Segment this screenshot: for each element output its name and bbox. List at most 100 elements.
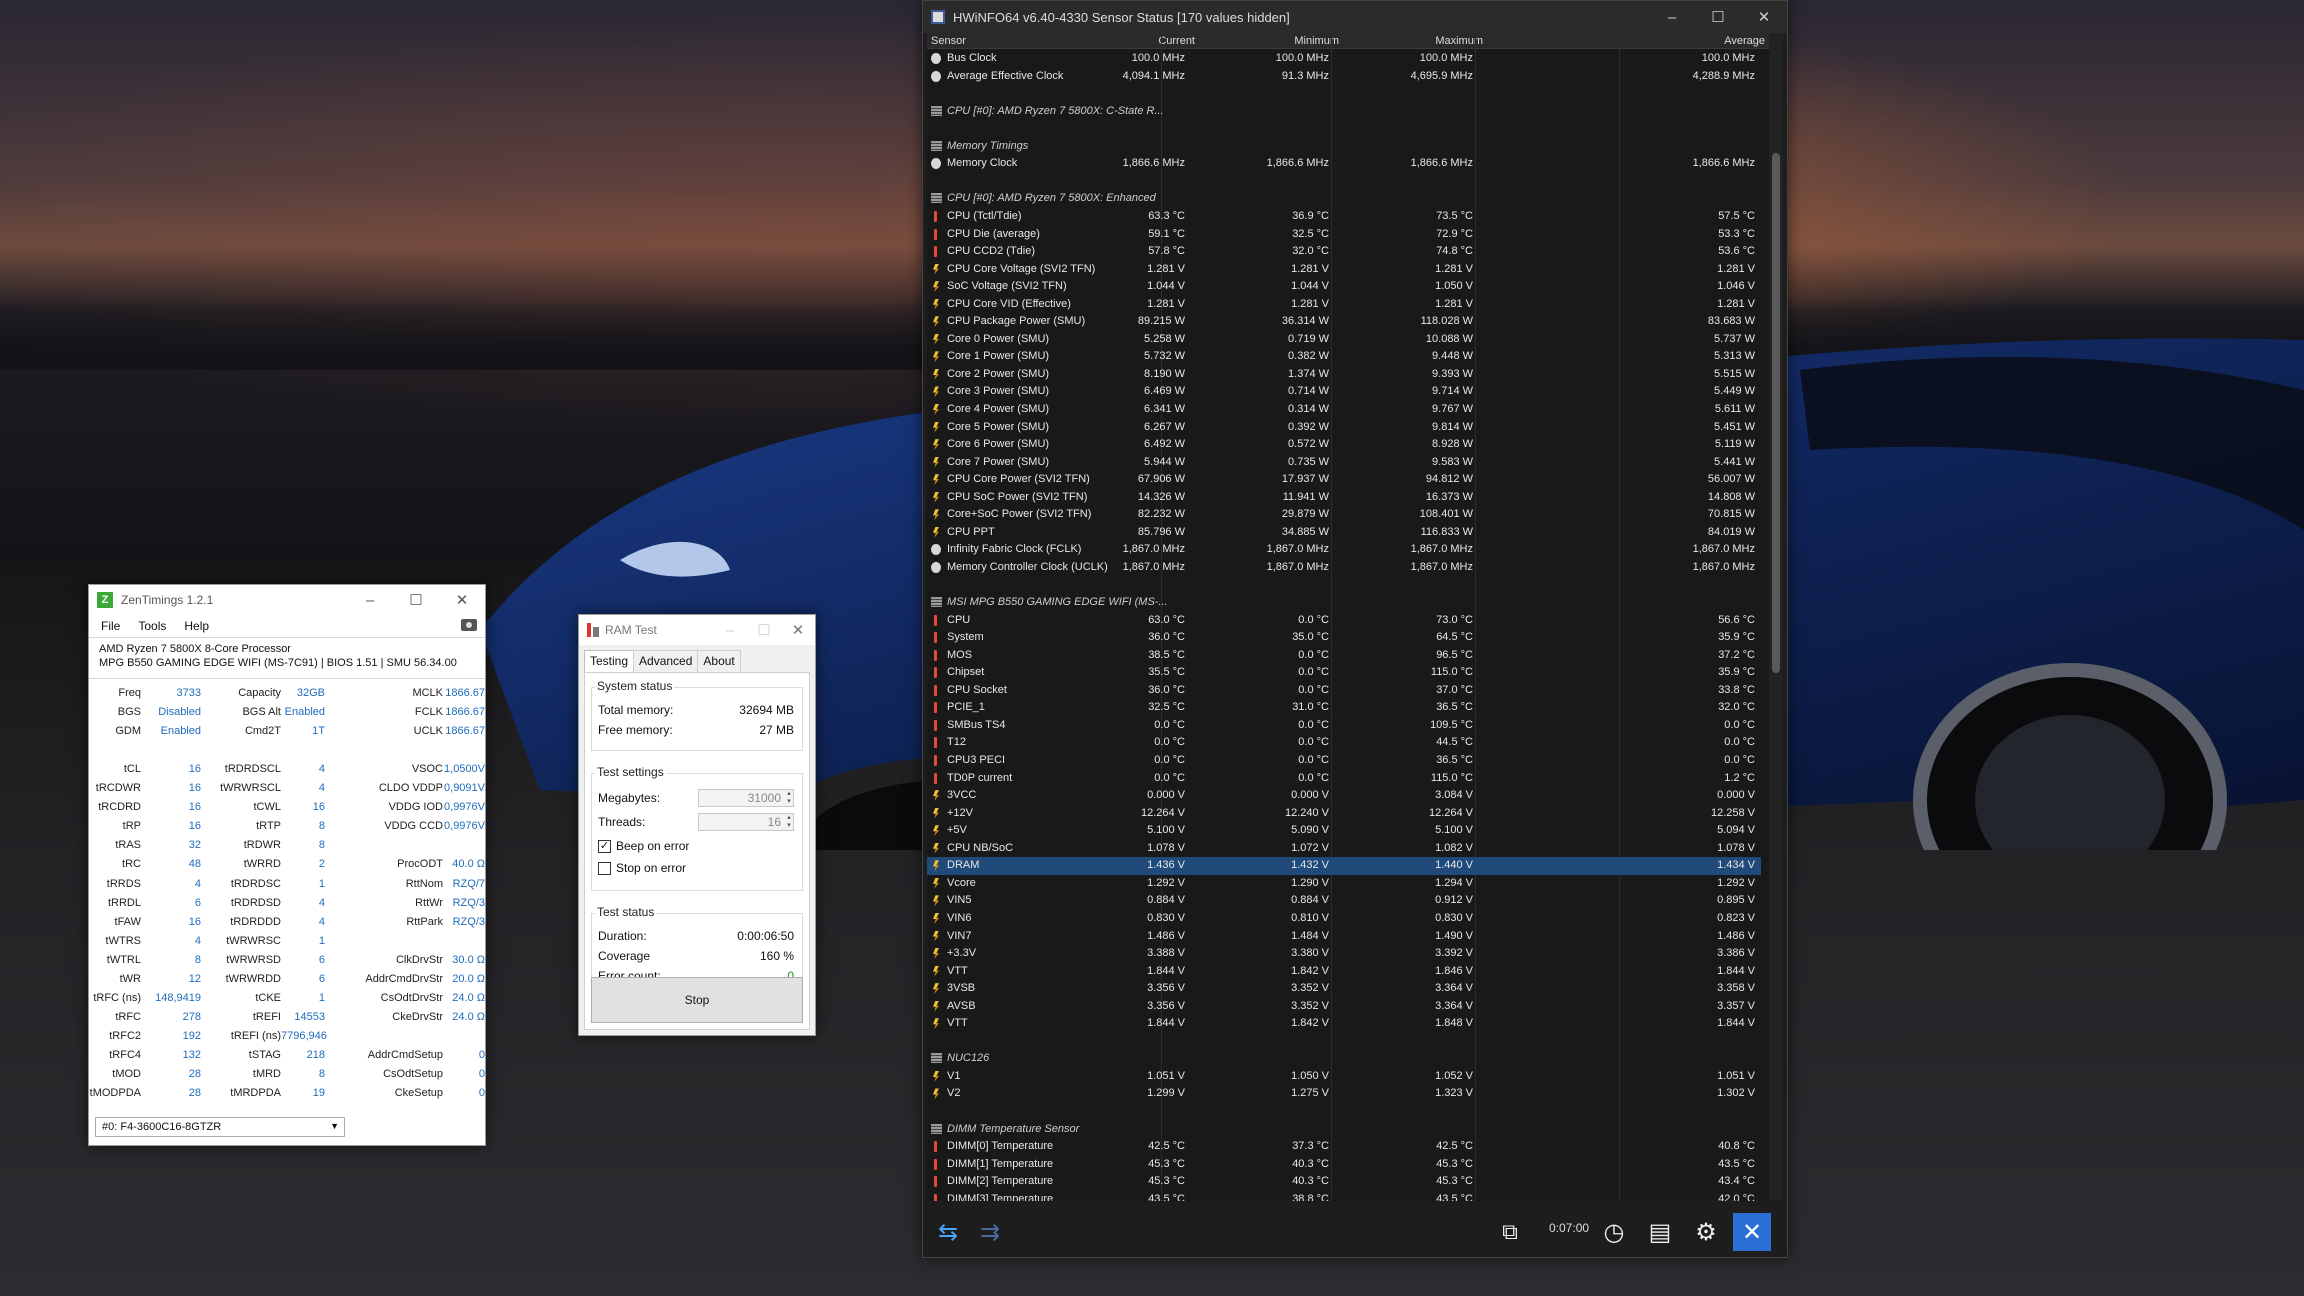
sensor-row[interactable]: CPU Socket 36.0 °C 0.0 °C 37.0 °C 33.8 °C <box>927 682 1761 699</box>
close-button[interactable]: ✕ <box>1741 2 1787 32</box>
sensor-row[interactable]: MOS 38.5 °C 0.0 °C 96.5 °C 37.2 °C <box>927 647 1761 664</box>
sensor-row[interactable]: CPU CCD2 (Tdie) 57.8 °C 32.0 °C 74.8 °C 53.6… <box>927 243 1761 260</box>
sensor-row[interactable]: Core 1 Power (SMU) 5.732 W 0.382 W 9.448 W 5… <box>927 348 1761 365</box>
scrollbar-thumb[interactable] <box>1772 153 1780 673</box>
sensor-row[interactable]: CPU3 PECI 0.0 °C 0.0 °C 36.5 °C 0.0 °C <box>927 752 1761 769</box>
col-average[interactable]: Average <box>1724 35 1765 47</box>
sensor-row[interactable]: CPU 63.0 °C 0.0 °C 73.0 °C 56.6 °C <box>927 612 1761 629</box>
sensor-row[interactable]: Core 2 Power (SMU) 8.190 W 1.374 W 9.393 W 5… <box>927 366 1761 383</box>
report-icon[interactable]: ▤ <box>1641 1213 1679 1251</box>
sensor-row[interactable]: PCIE_1 32.5 °C 31.0 °C 36.5 °C 32.0 °C <box>927 699 1761 716</box>
tab-advanced[interactable]: Advanced <box>633 650 699 672</box>
sensor-row[interactable]: VTT 1.844 V 1.842 V 1.846 V 1.844 V <box>927 963 1761 980</box>
sensor-row[interactable]: VIN6 0.830 V 0.810 V 0.830 V 0.823 V <box>927 910 1761 927</box>
sensor-row[interactable]: Core 7 Power (SMU) 5.944 W 0.735 W 9.583 W 5… <box>927 454 1761 471</box>
maximize-button[interactable]: ☐ <box>1695 2 1741 32</box>
hwinfo-window[interactable]: HWiNFO64 v6.40-4330 Sensor Status [170 v… <box>922 0 1788 1258</box>
sensor-row[interactable]: Core 0 Power (SMU) 5.258 W 0.719 W 10.088 W… <box>927 331 1761 348</box>
stop-button[interactable]: Stop <box>591 977 803 1023</box>
sensor-row[interactable]: SMBus TS4 0.0 °C 0.0 °C 109.5 °C 0.0 °C <box>927 717 1761 734</box>
minimize-button[interactable]: – <box>347 585 393 615</box>
sensor-row[interactable]: V1 1.051 V 1.050 V 1.052 V 1.051 V <box>927 1068 1761 1085</box>
ramtest-titlebar[interactable]: RAM Test – ☐ ✕ <box>579 615 815 645</box>
vertical-scrollbar[interactable] <box>1769 33 1783 1201</box>
sensor-row[interactable]: VTT 1.844 V 1.842 V 1.848 V 1.844 V <box>927 1015 1761 1032</box>
sensor-row[interactable]: Memory Clock 1,866.6 MHz 1,866.6 MHz 1,866.… <box>927 155 1761 172</box>
sensor-row[interactable]: Memory Controller Clock (UCLK) 1,867.0 MH… <box>927 559 1761 576</box>
sensor-row[interactable]: CPU Die (average) 59.1 °C 32.5 °C 72.9 °C 53… <box>927 226 1761 243</box>
hwinfo-titlebar[interactable]: HWiNFO64 v6.40-4330 Sensor Status [170 v… <box>923 1 1787 33</box>
close-icon[interactable]: ✕ <box>1733 1213 1771 1251</box>
minimize-button[interactable]: – <box>713 615 747 645</box>
sensor-row[interactable]: DIMM[2] Temperature 45.3 °C 40.3 °C 45.3 °C… <box>927 1173 1761 1190</box>
sensor-row[interactable]: CPU Core Power (SVI2 TFN) 67.906 W 17.937 … <box>927 471 1761 488</box>
col-sensor[interactable]: Sensor <box>931 35 966 47</box>
sensor-row[interactable]: VIN5 0.884 V 0.884 V 0.912 V 0.895 V <box>927 892 1761 909</box>
sensor-row[interactable]: Average Effective Clock 4,094.1 MHz 91.3 M… <box>927 68 1761 85</box>
sensor-row[interactable]: Bus Clock 100.0 MHz 100.0 MHz 100.0 MHz 100.… <box>927 50 1761 67</box>
sensor-row[interactable]: SoC Voltage (SVI2 TFN) 1.044 V 1.044 V 1.05… <box>927 278 1761 295</box>
sensor-group-header[interactable]: MSI MPG B550 GAMING EDGE WIFI (MS-... <box>927 594 1761 611</box>
ramtest-window[interactable]: RAM Test – ☐ ✕ Testing Advanced About Sy… <box>578 614 816 1036</box>
dimm-select[interactable]: #0: F4-3600C16-8GTZR ▼ <box>95 1117 345 1137</box>
sensor-group-header[interactable]: DIMM Temperature Sensor <box>927 1121 1761 1138</box>
navigate-arrows-icon[interactable]: ⇆ <box>929 1213 967 1251</box>
sensor-row[interactable]: +3.3V 3.388 V 3.380 V 3.392 V 3.386 V <box>927 945 1761 962</box>
sensor-row[interactable]: Infinity Fabric Clock (FCLK) 1,867.0 MHz 1… <box>927 541 1761 558</box>
col-minimum[interactable]: Minimum <box>1294 35 1339 47</box>
tab-testing[interactable]: Testing <box>584 650 635 672</box>
sensor-group-header[interactable]: Memory Timings <box>927 138 1761 155</box>
sensor-row[interactable]: +5V 5.100 V 5.090 V 5.100 V 5.094 V <box>927 822 1761 839</box>
sensor-row[interactable]: AVSB 3.356 V 3.352 V 3.364 V 3.357 V <box>927 998 1761 1015</box>
clock-icon[interactable]: ◷ <box>1595 1213 1633 1251</box>
sensor-row[interactable]: 3VSB 3.356 V 3.352 V 3.364 V 3.358 V <box>927 980 1761 997</box>
sensor-row[interactable]: Core 5 Power (SMU) 6.267 W 0.392 W 9.814 W 5… <box>927 419 1761 436</box>
col-current[interactable]: Current <box>1158 35 1195 47</box>
stop-on-error-checkbox[interactable]: Stop on error <box>598 861 686 875</box>
sensor-row[interactable]: CPU Core Voltage (SVI2 TFN) 1.281 V 1.281 … <box>927 261 1761 278</box>
maximize-button[interactable]: ☐ <box>393 585 439 615</box>
sensor-row[interactable]: CPU Core VID (Effective) 1.281 V 1.281 V 1.… <box>927 296 1761 313</box>
menu-file[interactable]: File <box>101 619 120 633</box>
sensor-row[interactable]: TD0P current 0.0 °C 0.0 °C 115.0 °C 1.2 °C <box>927 770 1761 787</box>
sensor-group-header[interactable]: NUC126 <box>927 1050 1761 1067</box>
sensor-row[interactable]: DRAM 1.436 V 1.432 V 1.440 V 1.434 V <box>927 857 1761 875</box>
sensor-row[interactable]: CPU PPT 85.796 W 34.885 W 116.833 W 84.019 W <box>927 524 1761 541</box>
zentimings-titlebar[interactable]: Z ZenTimings 1.2.1 – ☐ ✕ <box>89 585 485 615</box>
sensor-row[interactable]: System 36.0 °C 35.0 °C 64.5 °C 35.9 °C <box>927 629 1761 646</box>
sensor-row[interactable]: CPU SoC Power (SVI2 TFN) 14.326 W 11.941 W… <box>927 489 1761 506</box>
sensor-group-header[interactable]: CPU [#0]: AMD Ryzen 7 5800X: C-State R..… <box>927 103 1761 120</box>
sensor-row[interactable]: CPU NB/SoC 1.078 V 1.072 V 1.082 V 1.078 V <box>927 840 1761 857</box>
megabytes-input[interactable]: 31000 <box>698 789 794 807</box>
sensor-row[interactable]: CPU (Tctl/Tdie) 63.3 °C 36.9 °C 73.5 °C 57.5… <box>927 208 1761 225</box>
sensor-row[interactable]: Chipset 35.5 °C 0.0 °C 115.0 °C 35.9 °C <box>927 664 1761 681</box>
sensor-row[interactable]: Core 4 Power (SMU) 6.341 W 0.314 W 9.767 W 5… <box>927 401 1761 418</box>
sensor-group-header[interactable]: CPU [#0]: AMD Ryzen 7 5800X: Enhanced <box>927 190 1761 207</box>
menu-tools[interactable]: Tools <box>138 619 166 633</box>
sensor-row[interactable]: Core+SoC Power (SVI2 TFN) 82.232 W 29.879 … <box>927 506 1761 523</box>
threads-input[interactable]: 16 <box>698 813 794 831</box>
sensor-row[interactable]: Core 6 Power (SMU) 6.492 W 0.572 W 8.928 W 5… <box>927 436 1761 453</box>
sensor-row[interactable]: DIMM[1] Temperature 45.3 °C 40.3 °C 45.3 °C… <box>927 1156 1761 1173</box>
gear-icon[interactable]: ⚙ <box>1687 1213 1725 1251</box>
close-button[interactable]: ✕ <box>781 615 815 645</box>
tab-about[interactable]: About <box>697 650 741 672</box>
menu-help[interactable]: Help <box>184 619 209 633</box>
sensor-row[interactable]: CPU Package Power (SMU) 89.215 W 36.314 W 1… <box>927 313 1761 330</box>
screenshot-camera-icon[interactable] <box>461 619 477 631</box>
sensor-row[interactable]: DIMM[0] Temperature 42.5 °C 37.3 °C 42.5 °C… <box>927 1138 1761 1155</box>
sensor-row[interactable]: T12 0.0 °C 0.0 °C 44.5 °C 0.0 °C <box>927 734 1761 751</box>
network-icon[interactable]: ⧉ <box>1491 1213 1529 1251</box>
sensor-row[interactable]: 3VCC 0.000 V 0.000 V 3.084 V 0.000 V <box>927 787 1761 804</box>
sensor-row[interactable]: DIMM[3] Temperature 43.5 °C 38.8 °C 43.5 °C… <box>927 1191 1761 1201</box>
sensor-row[interactable]: Core 3 Power (SMU) 6.469 W 0.714 W 9.714 W 5… <box>927 383 1761 400</box>
zentimings-window[interactable]: Z ZenTimings 1.2.1 – ☐ ✕ File Tools Help… <box>88 584 486 1146</box>
sensor-row[interactable]: Vcore 1.292 V 1.290 V 1.294 V 1.292 V <box>927 875 1761 892</box>
sensor-row[interactable]: VIN7 1.486 V 1.484 V 1.490 V 1.486 V <box>927 928 1761 945</box>
sensor-row[interactable]: +12V 12.264 V 12.240 V 12.264 V 12.258 V <box>927 805 1761 822</box>
close-button[interactable]: ✕ <box>439 585 485 615</box>
maximize-button[interactable]: ☐ <box>747 615 781 645</box>
sensor-row[interactable]: V2 1.299 V 1.275 V 1.323 V 1.302 V <box>927 1085 1761 1102</box>
beep-on-error-checkbox[interactable]: ✓ Beep on error <box>598 839 689 853</box>
minimize-button[interactable]: – <box>1649 2 1695 32</box>
